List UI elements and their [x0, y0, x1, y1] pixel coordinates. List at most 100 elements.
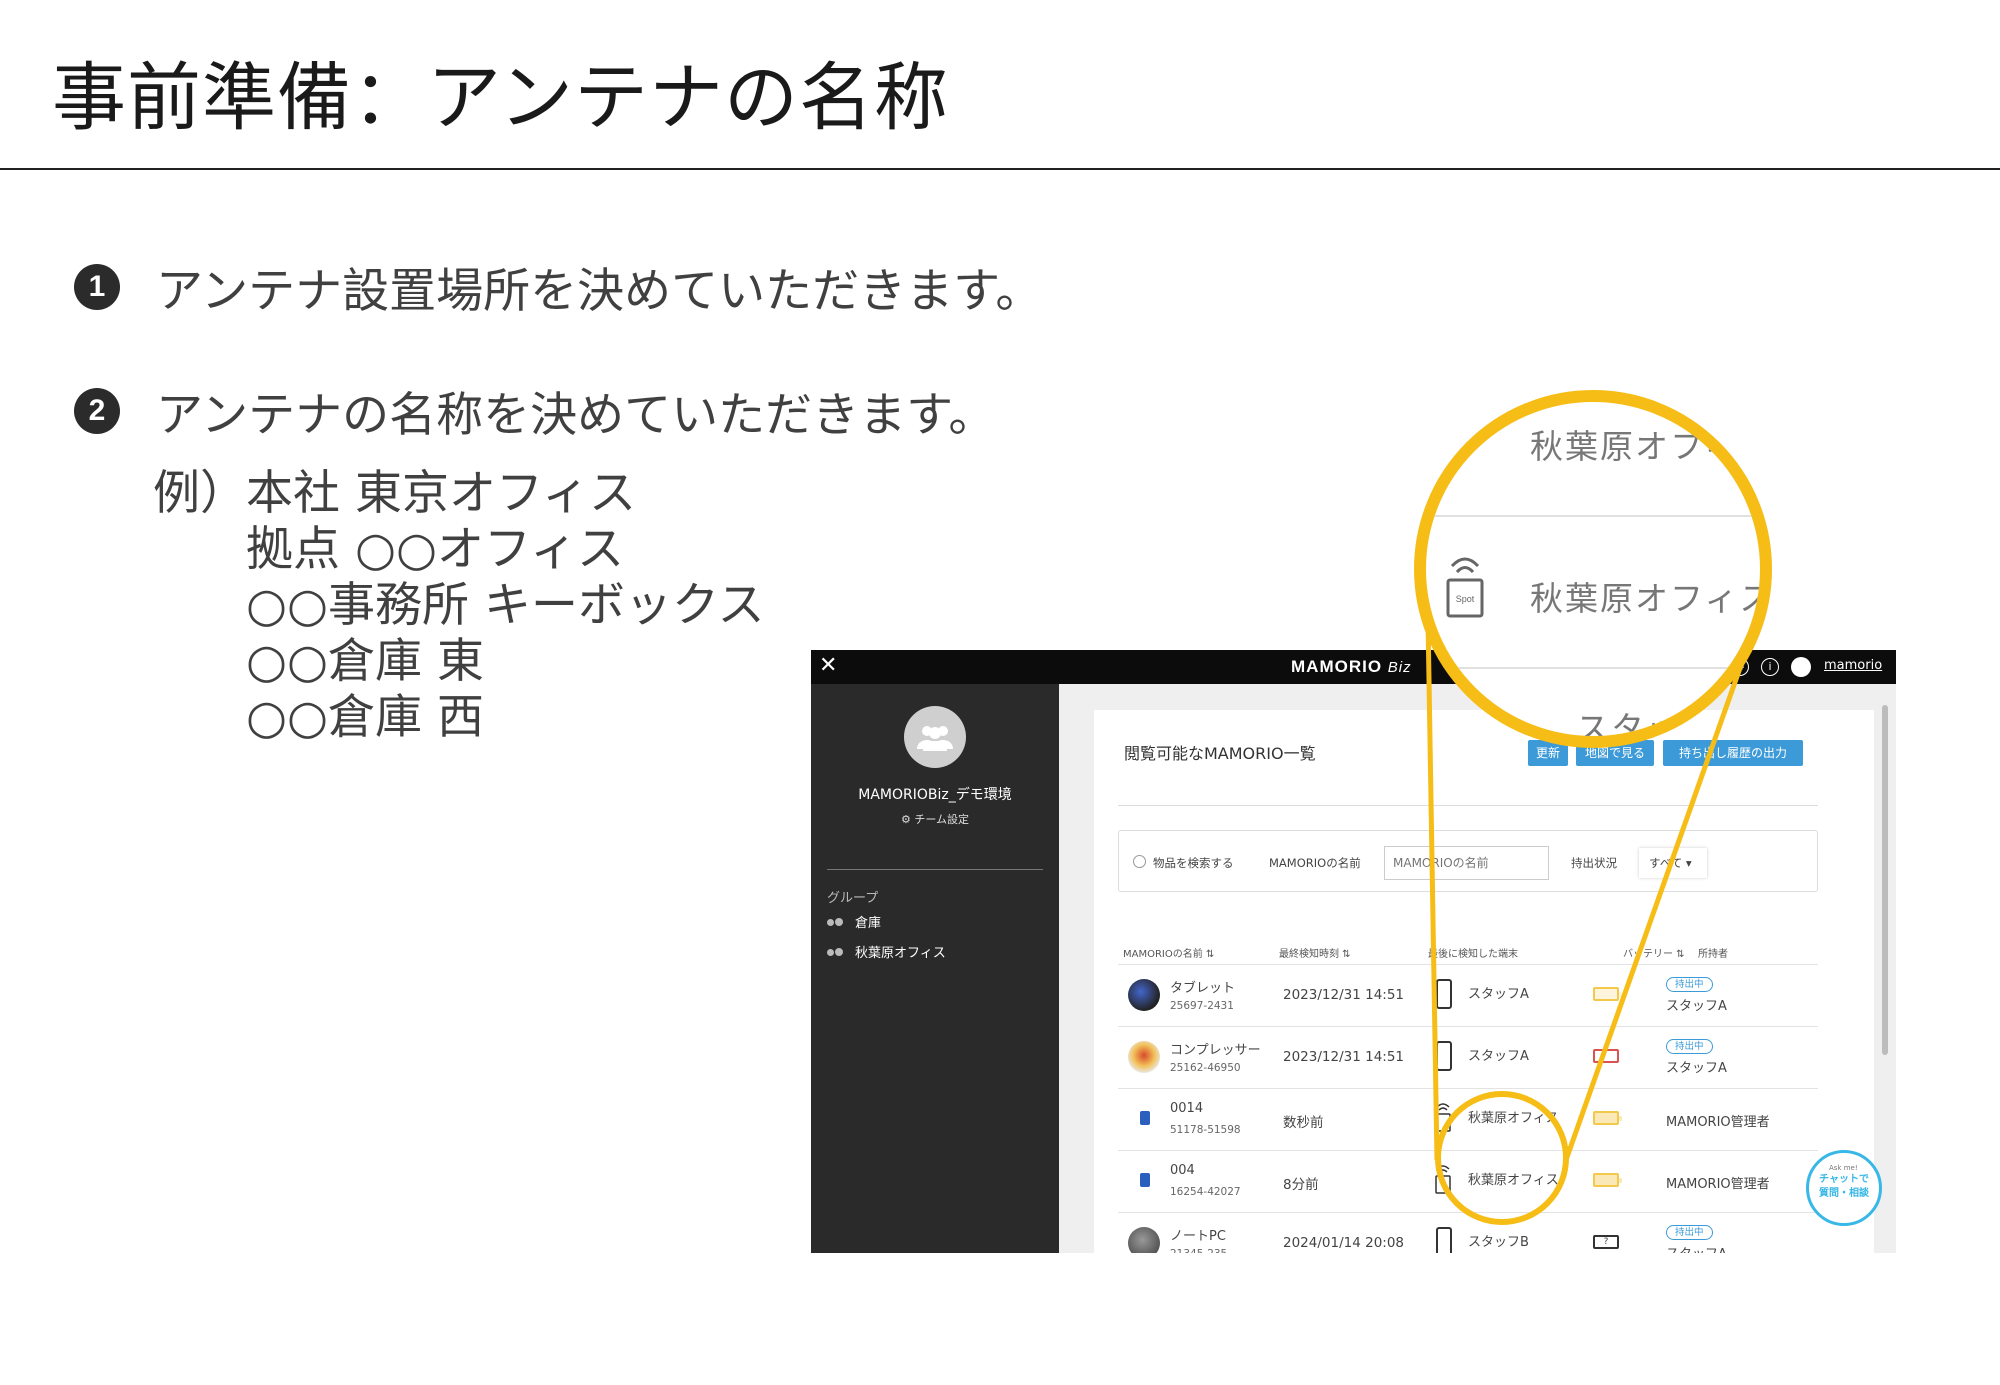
last-detected-time: 2023/12/31 14:51 [1283, 987, 1405, 1003]
export-history-button[interactable]: 持ち出し履歴の出力 [1663, 740, 1803, 766]
item-name: ノートPC [1170, 1229, 1226, 1244]
step-2: 2 アンテナの名称を決めていただきます。 [74, 376, 995, 445]
owner: スタッフA [1666, 1061, 1727, 1076]
team-settings-link[interactable]: ⚙ チーム設定 [811, 811, 1059, 827]
sidebar-divider [827, 869, 1043, 870]
battery-icon [1593, 1049, 1622, 1063]
item-id: 51178-51598 [1170, 1124, 1241, 1136]
slide-title: 事前準備：アンテナの名称 [52, 55, 950, 141]
close-icon[interactable]: ✕ [819, 653, 837, 678]
zoom-text-center: 秋葉原オフィス [1530, 579, 1772, 618]
sidebar: MAMORIOBiz_デモ環境 ⚙ チーム設定 グループ 倉庫 秋葉原オフィス [811, 684, 1059, 1253]
item-id: 25697-2431 [1170, 1000, 1234, 1012]
column-header: 所持者 [1698, 949, 1728, 960]
zoom-row-divider [1426, 667, 1760, 669]
step-2-text: アンテナの名称を決めていただきます。 [156, 388, 996, 443]
battery-icon [1593, 987, 1622, 1001]
name-filter-label: MAMORIOの名前 [1269, 856, 1361, 870]
username-link[interactable]: mamorio [1824, 658, 1882, 673]
last-detected-time: 2023/12/31 14:51 [1283, 1049, 1405, 1065]
scrollbar[interactable] [1882, 705, 1888, 1055]
column-header[interactable]: MAMORIOの名前 ⇅ [1123, 945, 1214, 960]
sidebar-item-warehouse[interactable]: 倉庫 [827, 912, 881, 931]
battery-unknown-icon: ? [1593, 1235, 1622, 1249]
group-icon [827, 917, 845, 927]
example-line: 拠点 ○○オフィス [246, 522, 625, 577]
title-divider [0, 168, 2000, 170]
highlight-ring [1435, 1091, 1569, 1225]
example-line: ○○倉庫 西 [246, 690, 484, 745]
info-icon[interactable]: i [1761, 658, 1779, 676]
owner: スタッフA [1666, 1243, 1727, 1253]
item-id: 25162-46950 [1170, 1062, 1241, 1074]
antenna-spot-icon: Spot [1446, 557, 1484, 618]
mamorio-tag-icon [1140, 1173, 1150, 1187]
name-filter-input[interactable] [1384, 846, 1549, 880]
item-name: 004 [1170, 1163, 1195, 1178]
org-name: MAMORIOBiz_デモ環境 [858, 787, 1012, 803]
table-row[interactable]: タブレット 25697-2431 2023/12/31 14:51 スタッフA … [1118, 964, 1818, 1026]
chat-line-1: チャットで [1819, 1174, 1869, 1185]
column-header[interactable]: バッテリー ⇅ [1623, 945, 1685, 960]
chat-small-text: Ask me! [1829, 1164, 1858, 1172]
item-thumbnail [1128, 979, 1160, 1011]
status-badge: 持出中 [1666, 1039, 1713, 1054]
zoom-text-top: 秋葉原オフィ [1530, 427, 1740, 466]
battery-icon [1593, 1111, 1622, 1125]
app-screenshot: ✕ MAMORIO Biz ⚙ i mamorio MAMORIOBiz_デモ環… [811, 650, 1896, 1253]
example-prefix: 例） [153, 466, 247, 521]
status-badge: 持出中 [1666, 977, 1713, 992]
smartphone-icon [1436, 979, 1452, 1009]
last-device: スタッフB [1468, 1235, 1529, 1250]
item-name: 0014 [1170, 1101, 1204, 1116]
item-thumbnail [1128, 1227, 1160, 1253]
last-device: スタッフA [1468, 987, 1529, 1002]
group-icon [827, 947, 845, 957]
step-2-number: 2 [74, 387, 120, 434]
status-badge: 持出中 [1666, 1225, 1713, 1240]
user-avatar-icon[interactable] [1791, 657, 1811, 677]
battery-icon [1593, 1173, 1622, 1187]
status-filter-select[interactable]: すべて ▾ [1639, 848, 1707, 878]
item-thumbnail [1128, 1041, 1160, 1073]
owner: MAMORIO管理者 [1666, 1115, 1770, 1130]
item-name: タブレット [1170, 981, 1236, 996]
column-header: 最後に検知した端末 [1428, 949, 1518, 960]
mamorio-tag-icon [1140, 1111, 1150, 1125]
zoom-row-divider [1426, 515, 1760, 517]
search-icon [1133, 855, 1146, 868]
filter-panel: 物品を検索する MAMORIOの名前 持出状況 すべて ▾ [1118, 830, 1818, 892]
column-header[interactable]: 最終検知時刻 ⇅ [1279, 945, 1351, 960]
list-heading: 閲覧可能なMAMORIO一覧 [1124, 744, 1316, 763]
example-line: ○○倉庫 東 [246, 634, 484, 689]
example-line: ○○事務所 キーボックス [246, 578, 765, 633]
table-row[interactable]: ノートPC 21345-235 2024/01/14 20:08 スタッフB ?… [1118, 1212, 1818, 1253]
owner: MAMORIO管理者 [1666, 1177, 1770, 1192]
last-detected-time: 2024/01/14 20:08 [1283, 1235, 1405, 1251]
last-detected-time: 数秒前 [1283, 1115, 1324, 1131]
app-brand: MAMORIO Biz [1291, 657, 1412, 676]
example-line: 本社 東京オフィス [246, 466, 636, 521]
search-label: 物品を検索する [1153, 856, 1234, 870]
status-filter-label: 持出状況 [1571, 856, 1617, 870]
step-1-text: アンテナ設置場所を決めていただきます。 [156, 264, 1043, 319]
heading-divider [1118, 805, 1818, 806]
last-detected-time: 8分前 [1283, 1177, 1319, 1193]
magnifier-zoom: 秋葉原オフィ Spot 秋葉原オフィス スタッフ [1414, 390, 1772, 748]
smartphone-icon [1436, 1227, 1452, 1253]
last-device: スタッフA [1468, 1049, 1529, 1064]
table-row[interactable]: コンプレッサー 25162-46950 2023/12/31 14:51 スタッ… [1118, 1026, 1818, 1088]
chat-support-button[interactable]: Ask me! チャットで 質問・相談 [1806, 1150, 1882, 1226]
item-id: 16254-42027 [1170, 1186, 1241, 1198]
users-icon [917, 726, 953, 751]
item-name: コンプレッサー [1170, 1043, 1261, 1058]
group-label: グループ [827, 891, 879, 906]
team-avatar [904, 706, 966, 768]
step-1: 1 アンテナ設置場所を決めていただきます。 [74, 252, 1042, 321]
item-id: 21345-235 [1170, 1248, 1227, 1253]
step-1-number: 1 [74, 263, 120, 310]
chat-line-2: 質問・相談 [1819, 1188, 1869, 1199]
sidebar-item-akihabara-office[interactable]: 秋葉原オフィス [827, 942, 946, 961]
smartphone-icon [1436, 1041, 1452, 1071]
owner: スタッフA [1666, 999, 1727, 1014]
